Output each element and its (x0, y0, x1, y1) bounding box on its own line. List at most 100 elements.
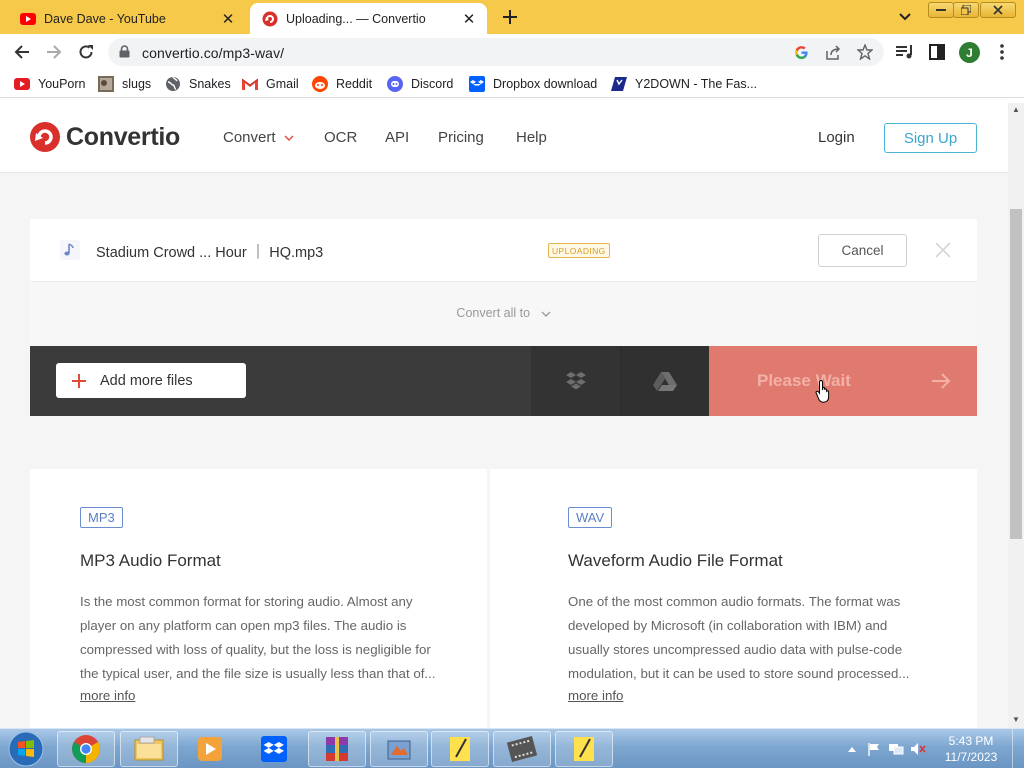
nav-api[interactable]: API (385, 129, 409, 146)
taskbar-media-player[interactable] (182, 731, 238, 767)
bookmark-label: Discord (411, 77, 454, 91)
action-center-flag-icon[interactable] (866, 741, 882, 757)
url-text[interactable]: convertio.co/mp3-wav/ (142, 45, 284, 61)
please-wait-button[interactable]: Please Wait (709, 346, 977, 416)
back-icon[interactable] (11, 41, 33, 63)
reload-icon[interactable] (75, 41, 97, 63)
bookmark-gmail[interactable]: Gmail (242, 75, 299, 93)
bookmark-y2down[interactable]: Y2DOWN - The Fas... (611, 75, 757, 93)
browser-toolbar: convertio.co/mp3-wav/ J (0, 34, 1024, 70)
minimize-icon[interactable] (928, 2, 954, 18)
y2down-icon (611, 76, 627, 92)
taskbar-clock[interactable]: 5:43 PM 11/7/2023 (940, 733, 1002, 765)
remove-file-icon[interactable] (934, 241, 952, 259)
image-icon (98, 76, 114, 92)
media-player-icon (198, 737, 222, 761)
scrollbar-thumb[interactable] (1010, 209, 1022, 539)
dropbox-source-button[interactable] (531, 346, 620, 416)
convert-all-dropdown[interactable]: Convert all to (30, 306, 977, 320)
format-card-wav: WAV Waveform Audio File Format One of th… (490, 469, 977, 728)
close-window-icon[interactable] (980, 2, 1016, 18)
bookmarks-bar: YouPorn slugs Snakes Gmail Reddit Discor… (0, 70, 1024, 98)
show-desktop-button[interactable] (1012, 729, 1024, 768)
start-button[interactable] (4, 730, 48, 768)
dropbox-icon (469, 76, 485, 92)
page-viewport: Convertio Convert OCR API Pricing Help L… (0, 103, 1008, 728)
clock-time: 5:43 PM (948, 734, 994, 748)
convertio-logo[interactable]: Convertio (30, 122, 180, 152)
bookmark-dropbox[interactable]: Dropbox download (469, 75, 597, 93)
show-hidden-icons-icon[interactable] (844, 741, 860, 757)
plus-icon (72, 373, 86, 388)
gmail-icon (242, 76, 258, 92)
media-control-icon[interactable] (896, 43, 914, 61)
youporn-icon (14, 76, 30, 92)
side-panel-icon[interactable] (928, 43, 946, 61)
bookmark-label: Dropbox download (493, 77, 598, 91)
nav-ocr[interactable]: OCR (324, 129, 357, 146)
cancel-button[interactable]: Cancel (818, 234, 907, 267)
scroll-down-icon[interactable]: ▼ (1012, 715, 1020, 724)
volume-muted-icon[interactable] (910, 741, 926, 757)
youtube-icon (20, 11, 36, 27)
sign-up-button[interactable]: Sign Up (884, 123, 977, 153)
network-icon[interactable] (888, 741, 904, 757)
tab-search-icon[interactable] (896, 9, 914, 25)
google-drive-source-button[interactable] (620, 346, 709, 416)
share-icon[interactable] (825, 44, 841, 60)
bookmark-discord[interactable]: Discord (387, 75, 453, 93)
uploading-status-badge: UPLOADING (548, 243, 610, 258)
taskbar-chrome[interactable] (57, 731, 115, 767)
nav-help[interactable]: Help (516, 129, 547, 146)
taskbar-dropbox[interactable] (245, 731, 303, 767)
bookmark-label: Reddit (336, 77, 373, 91)
close-tab-icon[interactable]: ✕ (218, 9, 238, 29)
format-badge: MP3 (80, 507, 123, 528)
tab-youtube[interactable]: Dave Dave - YouTube ✕ (8, 3, 246, 34)
hand-cursor-icon (815, 379, 830, 403)
lock-icon[interactable] (119, 45, 130, 63)
taskbar-notes-1[interactable] (431, 731, 489, 767)
screen: Dave Dave - YouTube ✕ Uploading... — Con… (0, 0, 1024, 768)
login-link[interactable]: Login (818, 129, 855, 146)
taskbar-explorer[interactable] (120, 731, 178, 767)
chevron-down-icon (284, 135, 294, 141)
taskbar-video-editor[interactable] (493, 731, 551, 767)
page-scrollbar[interactable]: ▲ ▼ (1008, 103, 1024, 728)
forward-icon[interactable] (43, 41, 65, 63)
nav-pricing[interactable]: Pricing (438, 129, 484, 146)
taskbar-winrar[interactable] (308, 731, 366, 767)
format-title: MP3 Audio Format (80, 551, 221, 570)
nav-convert[interactable]: Convert (223, 129, 294, 146)
bookmark-star-icon[interactable] (857, 44, 873, 60)
format-badge: WAV (568, 507, 613, 528)
tab-strip: Dave Dave - YouTube ✕ Uploading... — Con… (0, 0, 1024, 34)
address-bar[interactable]: convertio.co/mp3-wav/ (108, 38, 884, 66)
bookmark-snakes[interactable]: Snakes (165, 75, 231, 93)
bookmark-youporn[interactable]: YouPorn (14, 75, 86, 93)
google-icon[interactable] (793, 44, 809, 60)
add-more-files-button[interactable]: Add more files (56, 363, 246, 398)
close-tab-icon[interactable]: ✕ (459, 9, 479, 29)
format-description: One of the most common audio formats. Th… (568, 594, 910, 681)
taskbar-notes-2[interactable] (555, 731, 613, 767)
bookmark-slugs[interactable]: slugs (98, 75, 151, 93)
taskbar-app[interactable] (370, 731, 428, 767)
scroll-up-icon[interactable]: ▲ (1012, 105, 1020, 114)
please-wait-label: Please Wait (757, 371, 851, 390)
music-note-icon (60, 240, 80, 260)
more-info-link[interactable]: more info (568, 688, 623, 703)
more-info-link[interactable]: more info (80, 688, 135, 703)
windows-logo-icon (8, 731, 44, 767)
format-title: Waveform Audio File Format (568, 551, 783, 570)
bookmark-reddit[interactable]: Reddit (312, 75, 372, 93)
profile-avatar[interactable]: J (959, 42, 980, 63)
convert-all-label: Convert all to (456, 306, 531, 320)
kebab-menu-icon[interactable] (993, 43, 1011, 61)
dropbox-icon (261, 736, 287, 762)
logo-text: Convertio (66, 122, 180, 151)
restore-icon[interactable] (953, 2, 979, 18)
tab-convertio[interactable]: Uploading... — Convertio ✕ (250, 3, 487, 34)
file-item: Stadium Crowd ... Hour ｜ HQ.mp3 UPLOADIN… (30, 219, 977, 282)
new-tab-icon[interactable] (499, 6, 521, 28)
